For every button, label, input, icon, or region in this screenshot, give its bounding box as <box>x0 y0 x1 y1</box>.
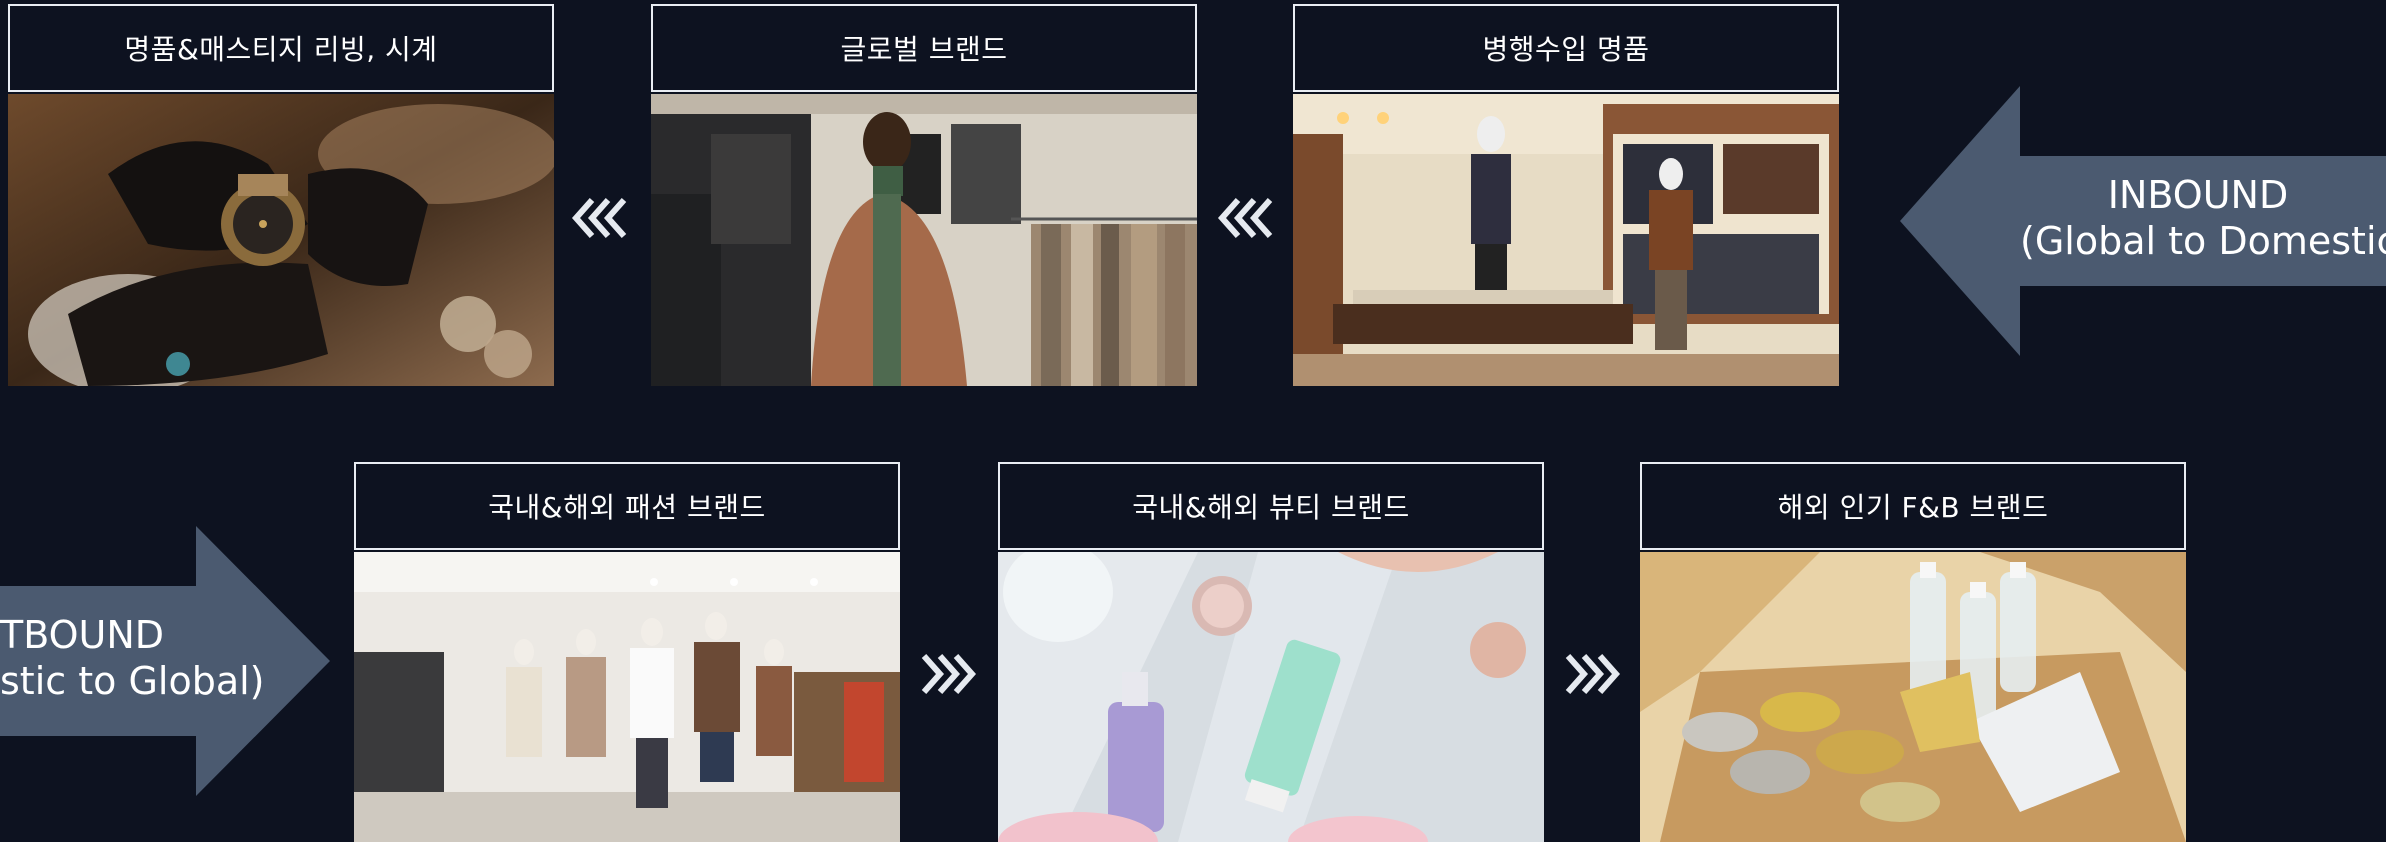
inbound-label-line1: INBOUND <box>2107 173 2289 217</box>
card-title: 국내&해외 패션 브랜드 <box>354 462 900 550</box>
card-title: 해외 인기 F&B 브랜드 <box>1640 462 2186 550</box>
card-parallel-import[interactable]: 병행수입 명품 <box>1293 4 1839 386</box>
parallel-import-boutique-photo <box>1293 94 1839 386</box>
card-title: 명품&매스티지 리빙, 시계 <box>8 4 554 92</box>
card-title: 국내&해외 뷰티 브랜드 <box>998 462 1544 550</box>
card-fnb-brand[interactable]: 해외 인기 F&B 브랜드 <box>1640 462 2186 842</box>
card-luxury-watch[interactable]: 명품&매스티지 리빙, 시계 <box>8 4 554 386</box>
chevron-left-icon <box>1217 198 1273 238</box>
inbound-label-line2: (Global to Domestic) <box>2020 219 2386 263</box>
inbound-label: INBOUND (Global to Domestic) <box>2020 172 2386 264</box>
global-brand-menswear-photo <box>651 94 1197 386</box>
luxury-watch-photo <box>8 94 554 386</box>
outbound-label-line2: stic to Global) <box>0 659 265 703</box>
card-beauty-brand[interactable]: 국내&해외 뷰티 브랜드 <box>998 462 1544 842</box>
beauty-products-flatlay-photo <box>998 552 1544 842</box>
card-global-brand[interactable]: 글로벌 브랜드 <box>651 4 1197 386</box>
outbound-label-line1: TBOUND <box>0 613 165 657</box>
fnb-goods-box-photo <box>1640 552 2186 842</box>
outbound-label: TBOUND stic to Global) <box>0 612 265 704</box>
chevron-right-icon <box>1565 654 1621 694</box>
fashion-store-mannequins-photo <box>354 552 900 842</box>
card-fashion-brand[interactable]: 국내&해외 패션 브랜드 <box>354 462 900 842</box>
chevron-right-icon <box>921 654 977 694</box>
card-title: 병행수입 명품 <box>1293 4 1839 92</box>
chevron-left-icon <box>571 198 627 238</box>
card-title: 글로벌 브랜드 <box>651 4 1197 92</box>
